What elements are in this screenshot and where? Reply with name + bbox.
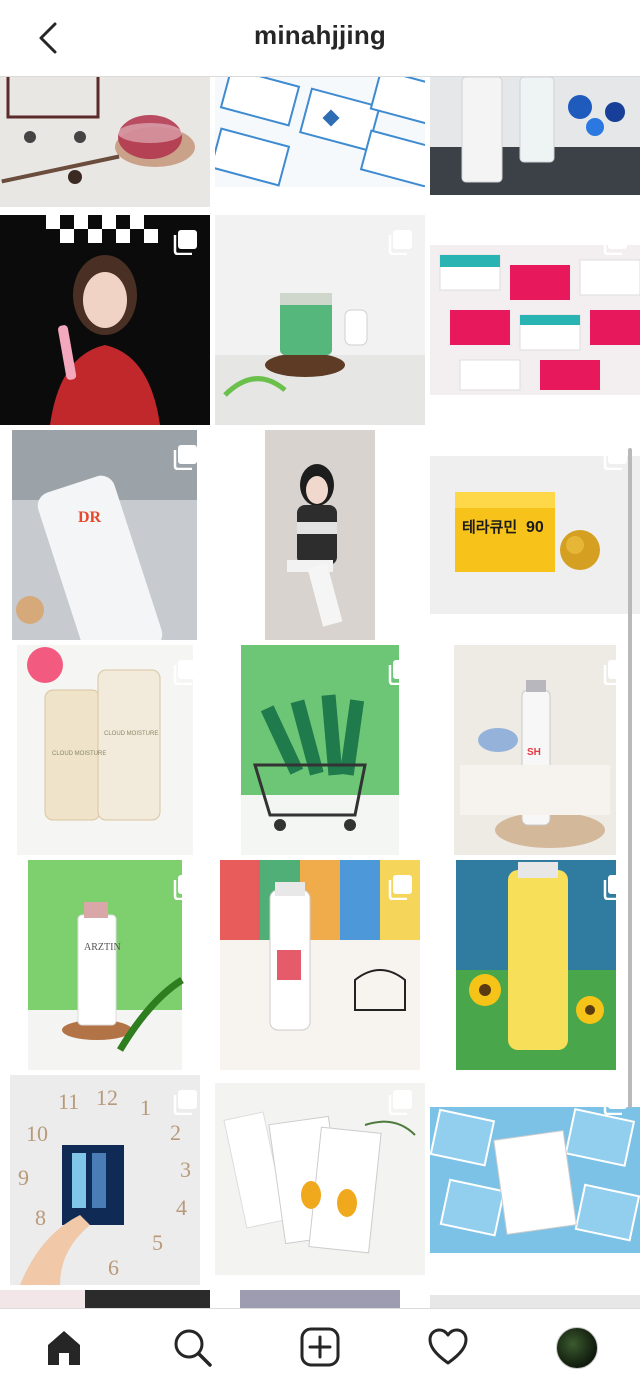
svg-text:90: 90: [526, 519, 544, 536]
post-thumbnail[interactable]: [240, 1290, 400, 1309]
carousel-multiple-icon: [603, 445, 627, 470]
svg-text:ARZTIN: ARZTIN: [84, 942, 121, 953]
carousel-multiple-icon: [388, 1090, 412, 1115]
post-thumbnail[interactable]: [430, 77, 640, 195]
svg-text:3: 3: [180, 1157, 191, 1182]
post-thumbnail[interactable]: [430, 1295, 640, 1309]
post-thumbnail[interactable]: 테라큐민 90: [430, 430, 640, 640]
carousel-multiple-icon: [388, 875, 412, 900]
post-thumbnail[interactable]: [430, 215, 640, 425]
svg-text:6: 6: [108, 1255, 119, 1280]
svg-text:CLOUD MOISTURE: CLOUD MOISTURE: [52, 751, 106, 757]
carousel-multiple-icon: [388, 230, 412, 255]
carousel-multiple-icon: [173, 875, 197, 900]
search-icon: [174, 1329, 212, 1367]
carousel-multiple-icon: [173, 660, 197, 685]
carousel-multiple-icon: [388, 660, 412, 685]
post-thumbnail[interactable]: 12 1 2 3 4 5 6 8 9 10 11: [0, 1075, 210, 1285]
post-thumbnail[interactable]: [215, 645, 425, 855]
plus-square-icon: [300, 1327, 340, 1367]
svg-text:SH: SH: [527, 747, 541, 758]
nav-activity-button[interactable]: [384, 1309, 512, 1386]
carousel-multiple-icon: [173, 1090, 197, 1115]
profile-username: minahjjing: [254, 20, 386, 50]
post-thumbnail[interactable]: [0, 1290, 210, 1309]
svg-text:DR: DR: [78, 509, 102, 526]
post-thumbnail[interactable]: [0, 215, 210, 425]
post-thumbnail[interactable]: [430, 860, 640, 1070]
svg-text:11: 11: [58, 1089, 79, 1114]
post-thumbnail[interactable]: [215, 860, 425, 1070]
carousel-multiple-icon: [603, 660, 627, 685]
svg-text:CLOUD MOISTURE: CLOUD MOISTURE: [104, 731, 158, 737]
nav-home-button[interactable]: [0, 1309, 128, 1386]
scrollbar[interactable]: [628, 448, 632, 1108]
carousel-multiple-icon: [388, 445, 412, 470]
carousel-multiple-icon: [173, 230, 197, 255]
post-thumbnail[interactable]: [215, 77, 425, 187]
svg-text:테라큐민: 테라큐민: [462, 519, 517, 536]
svg-text:2: 2: [170, 1120, 181, 1145]
nav-new-post-button[interactable]: [256, 1309, 384, 1386]
nav-profile-button[interactable]: [512, 1309, 640, 1386]
posts-grid: DR 테라큐민 90 CLOUD MOISTURE CLOUD MOISTURE…: [0, 77, 640, 1309]
carousel-multiple-icon: [173, 445, 197, 470]
post-thumbnail[interactable]: SH: [430, 645, 640, 855]
post-thumbnail[interactable]: DR: [0, 430, 210, 640]
home-icon: [48, 1331, 80, 1365]
carousel-multiple-icon: [603, 1090, 627, 1115]
profile-avatar: [556, 1327, 598, 1369]
post-thumbnail[interactable]: [215, 430, 425, 640]
carousel-multiple-icon: [603, 875, 627, 900]
bottom-navigation: [0, 1308, 640, 1386]
post-thumbnail[interactable]: ARZTIN: [0, 860, 210, 1070]
post-thumbnail[interactable]: [430, 1075, 640, 1285]
svg-text:10: 10: [26, 1121, 48, 1146]
svg-text:12: 12: [96, 1085, 118, 1110]
svg-text:1: 1: [140, 1095, 151, 1120]
heart-icon: [428, 1328, 468, 1365]
svg-text:9: 9: [18, 1165, 29, 1190]
nav-search-button[interactable]: [128, 1309, 256, 1386]
post-thumbnail[interactable]: [215, 215, 425, 425]
post-thumbnail[interactable]: [215, 1075, 425, 1285]
carousel-multiple-icon: [603, 230, 627, 255]
profile-header: minahjjing: [0, 0, 640, 77]
svg-text:4: 4: [176, 1195, 187, 1220]
post-thumbnail[interactable]: CLOUD MOISTURE CLOUD MOISTURE: [0, 645, 210, 855]
svg-text:5: 5: [152, 1230, 163, 1255]
post-thumbnail[interactable]: [0, 77, 210, 207]
svg-text:8: 8: [35, 1205, 46, 1230]
